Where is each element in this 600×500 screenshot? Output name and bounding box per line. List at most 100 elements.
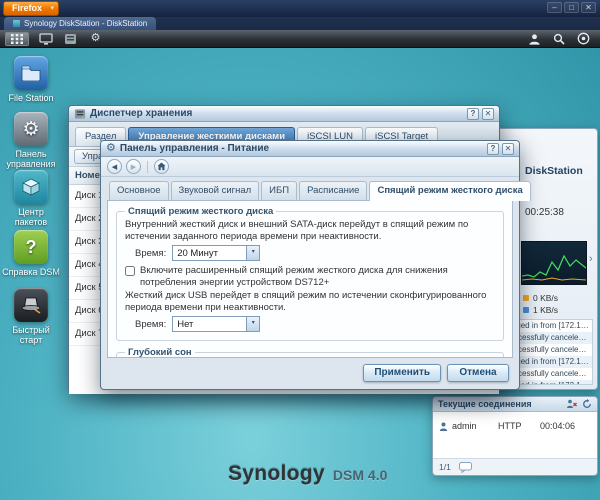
cancel-button[interactable]: Отмена	[447, 364, 509, 382]
desktop-icon-package-center[interactable]: Центр пакетов	[2, 170, 60, 228]
show-desktop-button[interactable]	[37, 32, 54, 46]
control-panel-titlebar[interactable]: ⚙ Панель управления - Питание ? ✕	[101, 141, 519, 157]
time-label: Время:	[135, 247, 167, 259]
maximize-button[interactable]: □	[564, 2, 579, 13]
connection-user: admin	[452, 421, 477, 431]
help-button[interactable]: ?	[487, 142, 499, 155]
browser-tab[interactable]: Synology DiskStation - DiskStation	[4, 17, 157, 30]
desktop-icon-dsm-help[interactable]: ? Справка DSM	[2, 230, 60, 277]
storage-titlebar[interactable]: Диспетчер хранения ? ✕	[69, 106, 499, 122]
disconnect-user-icon[interactable]	[566, 399, 577, 409]
control-panel-window: ⚙ Панель управления - Питание ? ✕ ◀ ▶ Ос…	[100, 140, 531, 390]
quick-start-icon	[14, 288, 48, 322]
show-desktop-icon	[38, 32, 53, 45]
user-icon	[439, 422, 448, 431]
net-upload-legend: 0 KB/s	[523, 293, 558, 303]
connections-header-icons	[566, 399, 592, 409]
tab-ups[interactable]: ИБП	[261, 181, 298, 200]
usb-time-select[interactable]: Нет ▾	[172, 316, 261, 333]
dialog-buttons: Применить Отмена	[363, 364, 509, 382]
help-button[interactable]: ?	[467, 107, 479, 120]
tab-hdd-hibernation[interactable]: Спящий режим жесткого диска	[369, 181, 531, 201]
extended-hibernation-checkbox[interactable]	[125, 266, 135, 277]
search-icon[interactable]	[553, 33, 565, 45]
storage-manager-icon	[74, 108, 86, 119]
hibernation-panel: Спящий режим жесткого диска Внутренний ж…	[107, 200, 513, 358]
firefox-menu-label: Firefox	[12, 3, 43, 13]
package-center-icon	[14, 170, 48, 204]
deep-sleep-legend: Глубокий сон	[128, 347, 192, 358]
upload-dot-icon	[523, 295, 529, 301]
dsm-taskbar: ⚙	[0, 30, 600, 48]
home-button[interactable]	[154, 159, 169, 174]
usb-time-row: Время: Нет ▾	[125, 316, 495, 333]
chevron-right-icon[interactable]: ›	[589, 253, 593, 265]
back-button[interactable]: ◀	[107, 159, 122, 174]
deep-sleep-group: Глубокий сон Включите режим глубокого сн…	[116, 347, 504, 358]
tab-beep-control[interactable]: Звуковой сигнал	[170, 181, 260, 200]
gear-icon: ⚙	[90, 32, 101, 44]
browser-window-controls: – □ ✕	[547, 2, 596, 13]
firefox-menu-button[interactable]: Firefox ▾	[3, 1, 60, 16]
usb-hibernation-text: Жесткий диск USB перейдет в спящий режим…	[125, 290, 487, 313]
desktop-icon-label: Справка DSM	[2, 267, 60, 277]
desktop-icon-quick-start[interactable]: Быстрый старт	[2, 288, 60, 346]
tab-schedule[interactable]: Расписание	[299, 181, 368, 200]
dsm-logo: Synology DSM 4.0	[228, 462, 387, 486]
toolbar-separator	[147, 160, 148, 173]
tab-title: Synology DiskStation - DiskStation	[24, 19, 148, 28]
connection-row[interactable]: admin HTTP 00:04:06	[433, 421, 597, 431]
taskbar-control-panel-button[interactable]: ⚙	[87, 32, 104, 46]
network-chart	[521, 241, 587, 285]
power-tabs: Основное Звуковой сигнал ИБП Расписание …	[107, 181, 531, 201]
desktop-icon-label: File Station	[8, 93, 54, 103]
forward-button[interactable]: ▶	[126, 159, 141, 174]
minimize-button[interactable]: –	[547, 2, 562, 13]
home-icon	[157, 162, 166, 171]
main-menu-button[interactable]	[5, 31, 29, 46]
taskbar-storage-manager-button[interactable]	[62, 32, 79, 46]
notifications-icon[interactable]	[577, 32, 590, 45]
extended-hibernation-row: Включите расширенный спящий режим жестко…	[125, 265, 495, 288]
dropdown-icon: ▾	[246, 246, 260, 261]
desktop-icon-file-station[interactable]: File Station	[2, 56, 60, 103]
close-button[interactable]: ✕	[581, 2, 596, 13]
desktop-icon-label: Быстрый старт	[12, 325, 50, 346]
window-title: Диспетчер хранения	[90, 108, 193, 119]
desktop-icon-control-panel[interactable]: ⚙ Панель управления	[2, 112, 60, 170]
upload-value: 0 KB/s	[533, 293, 559, 303]
window-buttons: ? ✕	[487, 142, 514, 155]
desktop-icon-label: Панель управления	[6, 149, 56, 170]
selected-value: 20 Минут	[177, 247, 218, 259]
internal-time-row: Время: 20 Минут ▾	[125, 245, 495, 262]
server-name: DiskStation	[525, 165, 583, 177]
taskbar-right-icons	[528, 32, 595, 45]
internal-hibernation-text: Внутренний жесткий диск и внешний SATA-д…	[125, 219, 469, 242]
hdd-hibernation-group: Спящий режим жесткого диска Внутренний ж…	[116, 206, 504, 342]
main-menu-grid-icon	[11, 33, 23, 44]
brand-name: Synology	[228, 462, 325, 485]
chat-bubble-icon[interactable]	[458, 461, 472, 473]
desktop-icon-label: Центр пакетов	[14, 207, 48, 228]
connection-time: 00:04:06	[540, 421, 576, 431]
net-download-legend: 1 KB/s	[523, 305, 558, 315]
close-button[interactable]: ✕	[502, 142, 514, 155]
dsm-version: DSM 4.0	[332, 467, 388, 483]
connection-protocol: HTTP	[498, 421, 522, 431]
connections-title: Текущие соединения	[438, 399, 532, 409]
internal-time-select[interactable]: 20 Минут ▾	[172, 245, 261, 262]
control-panel-icon: ⚙	[14, 112, 48, 146]
user-icon[interactable]	[528, 33, 541, 45]
close-button[interactable]: ✕	[482, 107, 494, 120]
apply-button[interactable]: Применить	[363, 364, 441, 382]
gear-icon: ⚙	[106, 142, 116, 154]
dsm-help-icon: ?	[14, 230, 48, 264]
tab-general[interactable]: Основное	[109, 181, 169, 200]
dropdown-icon: ▾	[246, 317, 260, 332]
cp-nav-toolbar: ◀ ▶	[101, 157, 519, 177]
tab-favicon-icon	[13, 20, 20, 27]
file-station-icon	[14, 56, 48, 90]
window-title: Панель управления - Питание	[119, 143, 270, 154]
refresh-icon[interactable]	[582, 399, 592, 409]
dropdown-icon: ▾	[50, 5, 55, 12]
